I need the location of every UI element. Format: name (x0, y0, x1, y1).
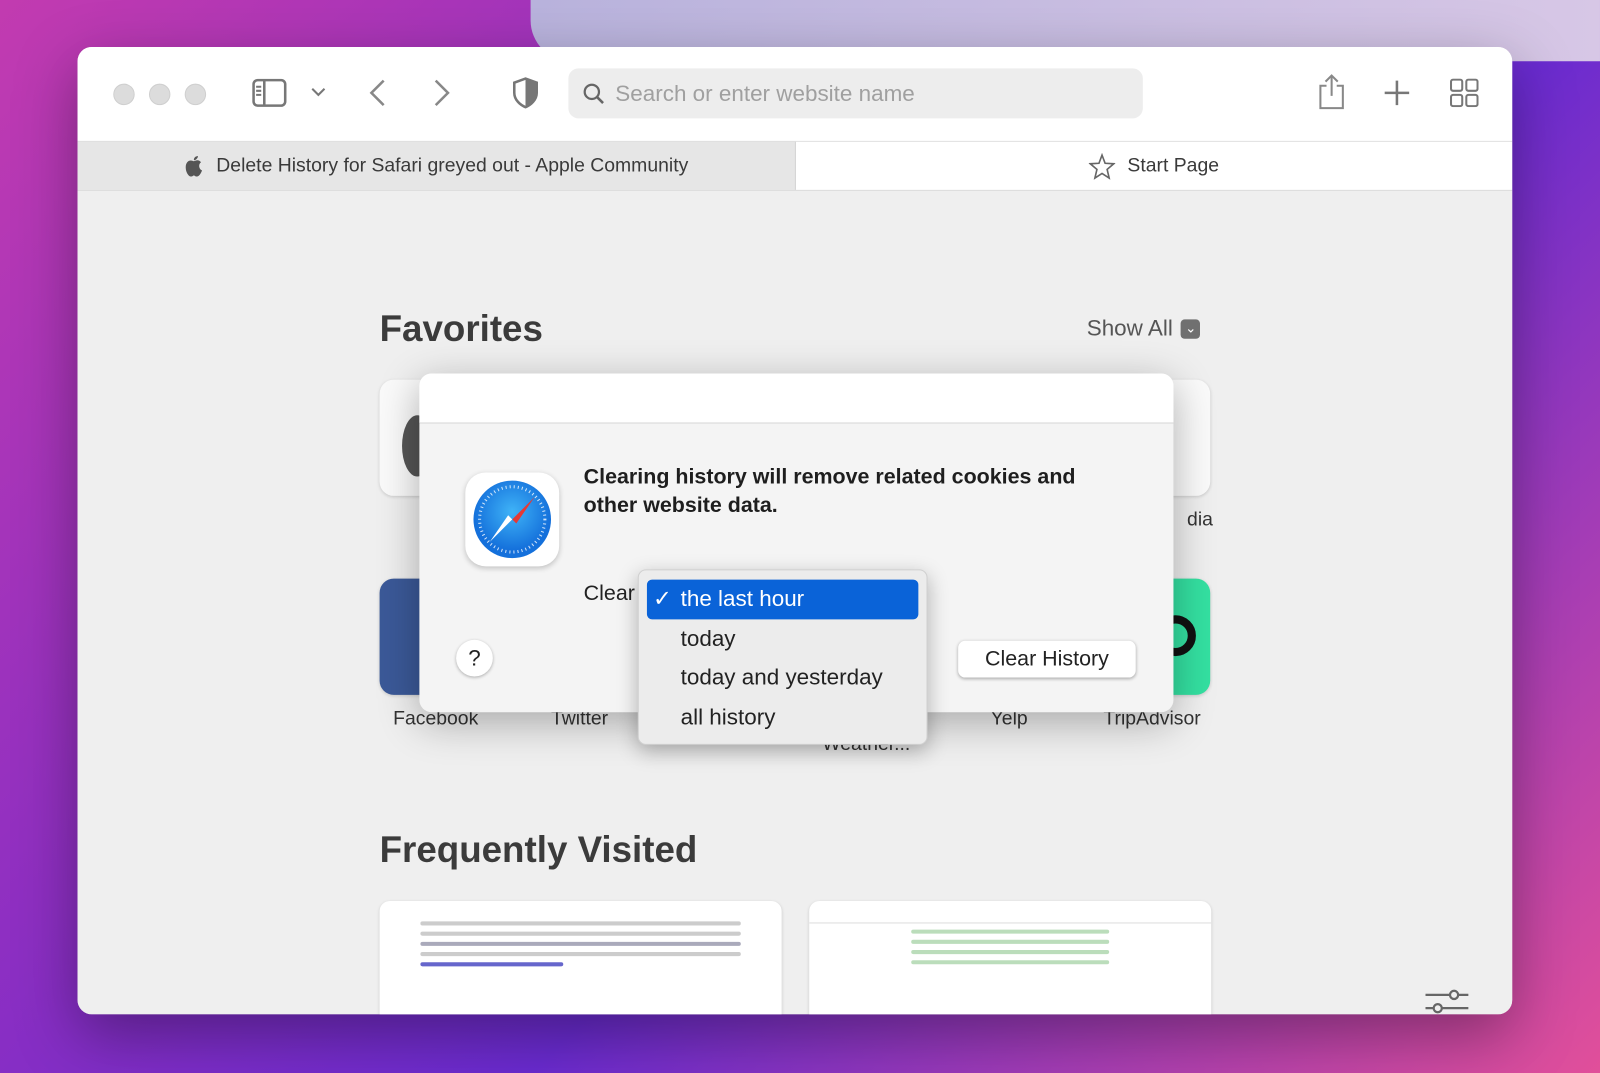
back-icon[interactable] (368, 79, 386, 108)
frequently-visited-heading: Frequently Visited (379, 828, 698, 871)
menu-item-label: today and yesterday (680, 664, 883, 691)
tab-overview-icon[interactable] (1449, 78, 1479, 108)
menu-item-today-and-yesterday[interactable]: today and yesterday (647, 658, 918, 697)
search-icon (583, 83, 604, 104)
menu-item-label: the last hour (680, 585, 805, 612)
sidebar-icon[interactable] (252, 78, 287, 108)
menu-item-today[interactable]: today (647, 619, 918, 658)
dialog-message: Clearing history will remove related coo… (583, 465, 1076, 518)
tab-start-page[interactable]: Start Page (795, 141, 1513, 190)
show-all-button[interactable]: Show All ⌄ (1087, 315, 1201, 342)
menu-item-label: all history (680, 703, 776, 730)
chevron-down-icon[interactable] (311, 87, 326, 97)
dialog-header (419, 373, 1174, 424)
zoom-button[interactable] (184, 83, 207, 106)
minimize-button[interactable] (148, 83, 171, 106)
star-icon (1088, 152, 1116, 180)
frequent-site-thumbnail[interactable] (809, 901, 1212, 1015)
tab-apple-community[interactable]: Delete History for Safari greyed out - A… (77, 141, 796, 190)
search-input[interactable] (615, 80, 1106, 107)
chevron-down-icon: ⌄ (1181, 318, 1201, 339)
time-range-dropdown-menu: ✓ the last hour today today and yesterday… (637, 569, 928, 745)
privacy-shield-icon[interactable] (512, 77, 539, 110)
show-all-label: Show All (1086, 315, 1173, 341)
apple-icon (185, 155, 203, 177)
favorites-heading: Favorites (379, 307, 543, 349)
new-tab-icon[interactable] (1384, 80, 1411, 107)
toolbar (77, 46, 1513, 141)
tab-title: Delete History for Safari greyed out - A… (216, 154, 689, 177)
safari-icon (465, 472, 560, 567)
close-button[interactable] (113, 83, 135, 106)
menu-item-all-history[interactable]: all history (647, 697, 918, 736)
checkmark-icon: ✓ (653, 585, 672, 612)
menu-item-last-hour[interactable]: ✓ the last hour (646, 579, 919, 619)
customize-settings-icon[interactable] (1423, 988, 1470, 1015)
address-bar[interactable] (568, 68, 1143, 119)
forward-icon[interactable] (433, 79, 451, 108)
frequent-site-thumbnail[interactable] (379, 901, 782, 1015)
menu-item-label: today (680, 625, 736, 651)
share-icon[interactable] (1317, 73, 1346, 110)
clear-label: Clear (583, 581, 635, 606)
help-button[interactable]: ? (456, 639, 493, 677)
clear-history-button[interactable]: Clear History (958, 640, 1136, 678)
tab-title: Start Page (1127, 154, 1220, 177)
tab-bar: Delete History for Safari greyed out - A… (77, 140, 1513, 191)
